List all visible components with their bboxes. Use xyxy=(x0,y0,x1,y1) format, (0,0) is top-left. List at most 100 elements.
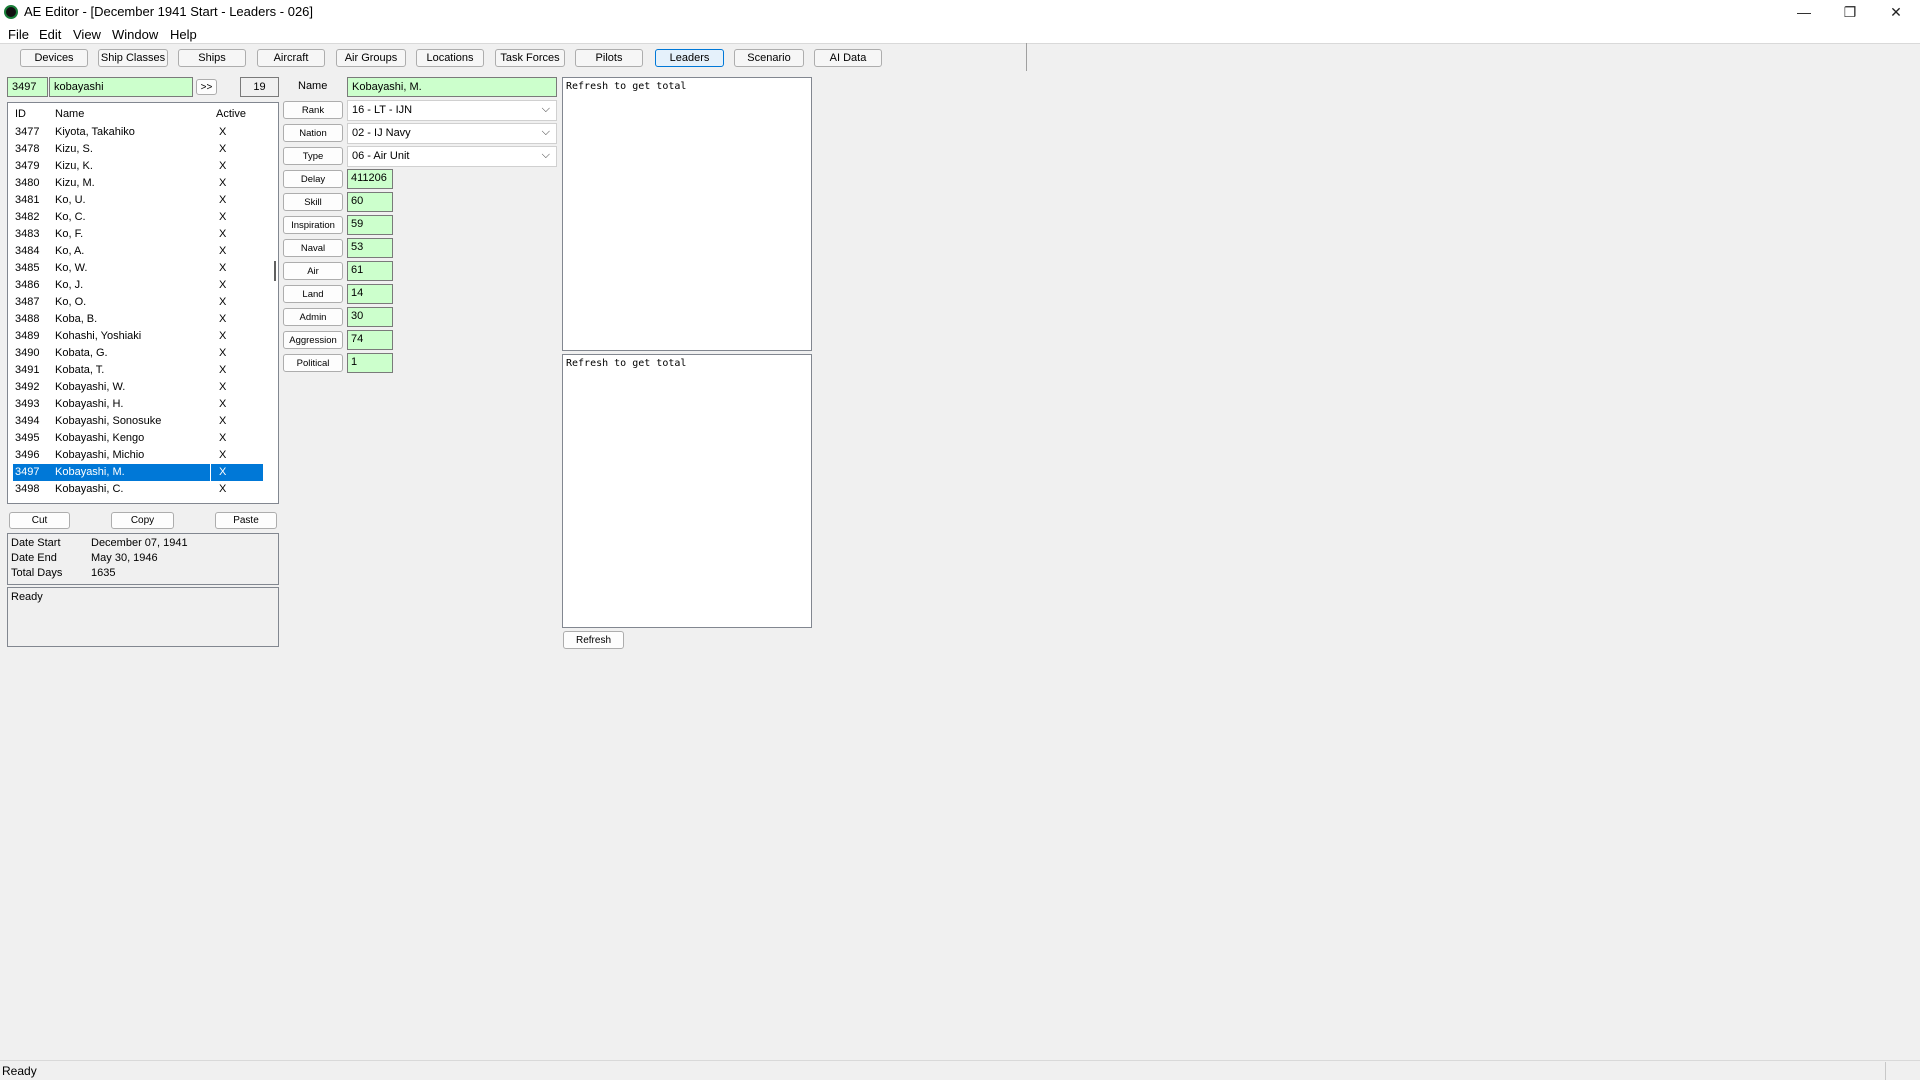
list-item[interactable]: 3484 Ko, A. X xyxy=(13,243,263,260)
list-item[interactable]: 3485 Ko, W. X xyxy=(13,260,263,277)
rank-select[interactable]: 16 - LT - IJN ⌵ xyxy=(347,100,557,121)
list-item[interactable]: 3493 Kobayashi, H. X xyxy=(13,396,263,413)
tab-ships[interactable]: Ships xyxy=(178,49,246,67)
list-item[interactable]: 3495 Kobayashi, Kengo X xyxy=(13,430,263,447)
menu-view[interactable]: View xyxy=(73,27,101,42)
list-item[interactable]: 3492 Kobayashi, W. X xyxy=(13,379,263,396)
list-item-name: Kizu, S. xyxy=(55,143,93,155)
list-item[interactable]: 3477 Kiyota, Takahiko X xyxy=(13,124,263,141)
list-item[interactable]: 3490 Kobata, G. X xyxy=(13,345,263,362)
nation-select[interactable]: 02 - IJ Navy ⌵ xyxy=(347,123,557,144)
list-item[interactable]: 3496 Kobayashi, Michio X xyxy=(13,447,263,464)
skill-button[interactable]: Skill xyxy=(283,193,343,211)
list-item[interactable]: 3486 Ko, J. X xyxy=(13,277,263,294)
list-item-id: 3497 xyxy=(15,466,40,478)
list-item-active: X xyxy=(219,347,227,359)
id-field[interactable]: 3497 xyxy=(7,77,48,97)
list-item[interactable]: 3478 Kizu, S. X xyxy=(13,141,263,158)
nation-button[interactable]: Nation xyxy=(283,124,343,142)
list-item-name: Kobayashi, W. xyxy=(55,381,126,393)
list-item[interactable]: 3480 Kizu, M. X xyxy=(13,175,263,192)
list-item-id: 3486 xyxy=(15,279,40,291)
land-button[interactable]: Land xyxy=(283,285,343,303)
list-item[interactable]: 3497 Kobayashi, M. X xyxy=(13,464,263,481)
app-icon xyxy=(4,5,18,19)
political-button[interactable]: Political xyxy=(283,354,343,372)
list-item-active: X xyxy=(219,160,227,172)
political-field[interactable]: 1 xyxy=(347,353,393,373)
date-start-label: Date Start xyxy=(11,537,61,549)
land-field[interactable]: 14 xyxy=(347,284,393,304)
cut-button[interactable]: Cut xyxy=(9,512,70,529)
list-item-id: 3482 xyxy=(15,211,40,223)
list-item-id: 3477 xyxy=(15,126,40,138)
delay-button[interactable]: Delay xyxy=(283,170,343,188)
paste-button[interactable]: Paste xyxy=(215,512,277,529)
tab-devices[interactable]: Devices xyxy=(20,49,88,67)
totals-panel-top: Refresh to get total xyxy=(562,77,812,351)
leader-list[interactable]: ID Name Active 3477 Kiyota, Takahiko X 3478… xyxy=(7,102,279,504)
type-select[interactable]: 06 - Air Unit ⌵ xyxy=(347,146,557,167)
list-item[interactable]: 3491 Kobata, T. X xyxy=(13,362,263,379)
column-header-name[interactable]: Name xyxy=(55,108,84,120)
list-item[interactable]: 3482 Ko, C. X xyxy=(13,209,263,226)
tab-task-forces[interactable]: Task Forces xyxy=(495,49,565,67)
find-next-button[interactable]: >> xyxy=(196,79,217,95)
admin-button[interactable]: Admin xyxy=(283,308,343,326)
tab-pilots[interactable]: Pilots xyxy=(575,49,643,67)
copy-button[interactable]: Copy xyxy=(111,512,174,529)
list-item-name: Kohashi, Yoshiaki xyxy=(55,330,142,342)
rank-button[interactable]: Rank xyxy=(283,101,343,119)
tab-scenario[interactable]: Scenario xyxy=(734,49,804,67)
aggression-field[interactable]: 74 xyxy=(347,330,393,350)
menu-file[interactable]: File xyxy=(8,27,29,42)
aggression-button[interactable]: Aggression xyxy=(283,331,343,349)
skill-field[interactable]: 60 xyxy=(347,192,393,212)
chevron-down-icon: ⌵ xyxy=(541,103,550,115)
list-item-active: X xyxy=(219,279,227,291)
list-item[interactable]: 3498 Kobayashi, C. X xyxy=(13,481,263,498)
list-item-active: X xyxy=(219,194,227,206)
maximize-button[interactable]: ❐ xyxy=(1827,0,1873,24)
list-item-active: X xyxy=(219,483,227,495)
list-item-name: Kobayashi, Michio xyxy=(55,449,145,461)
admin-field[interactable]: 30 xyxy=(347,307,393,327)
delay-field[interactable]: 411206 xyxy=(347,169,393,189)
column-header-active[interactable]: Active xyxy=(216,108,246,120)
column-header-id[interactable]: ID xyxy=(15,108,26,120)
inspiration-field[interactable]: 59 xyxy=(347,215,393,235)
list-item[interactable]: 3488 Koba, B. X xyxy=(13,311,263,328)
tab-ship-classes[interactable]: Ship Classes xyxy=(98,49,168,67)
menu-edit[interactable]: Edit xyxy=(39,27,61,42)
list-item[interactable]: 3487 Ko, O. X xyxy=(13,294,263,311)
type-button[interactable]: Type xyxy=(283,147,343,165)
tab-aircraft[interactable]: Aircraft xyxy=(257,49,325,67)
search-input[interactable]: kobayashi xyxy=(49,77,193,97)
tab-air-groups[interactable]: Air Groups xyxy=(336,49,406,67)
list-item[interactable]: 3479 Kizu, K. X xyxy=(13,158,263,175)
close-button[interactable]: ✕ xyxy=(1873,0,1919,24)
list-item[interactable]: 3489 Kohashi, Yoshiaki X xyxy=(13,328,263,345)
refresh-button[interactable]: Refresh xyxy=(563,631,624,649)
air-button[interactable]: Air xyxy=(283,262,343,280)
menu-help[interactable]: Help xyxy=(170,27,197,42)
tab-locations[interactable]: Locations xyxy=(416,49,484,67)
naval-button[interactable]: Naval xyxy=(283,239,343,257)
divider xyxy=(0,43,1920,44)
list-item[interactable]: 3483 Ko, F. X xyxy=(13,226,263,243)
list-item-id: 3484 xyxy=(15,245,40,257)
inspiration-button[interactable]: Inspiration xyxy=(283,216,343,234)
total-days-label: Total Days xyxy=(11,567,63,579)
minimize-button[interactable]: — xyxy=(1781,0,1827,24)
date-start-value: December 07, 1941 xyxy=(91,537,188,549)
name-field[interactable]: Kobayashi, M. xyxy=(347,77,557,97)
list-item[interactable]: 3481 Ko, U. X xyxy=(13,192,263,209)
tab-leaders[interactable]: Leaders xyxy=(655,49,724,67)
air-field[interactable]: 61 xyxy=(347,261,393,281)
menu-window[interactable]: Window xyxy=(112,27,158,42)
list-scrollbar[interactable] xyxy=(274,261,276,281)
naval-field[interactable]: 53 xyxy=(347,238,393,258)
tab-ai-data[interactable]: AI Data xyxy=(814,49,882,67)
list-item[interactable]: 3494 Kobayashi, Sonosuke X xyxy=(13,413,263,430)
total-days-value: 1635 xyxy=(91,567,116,579)
